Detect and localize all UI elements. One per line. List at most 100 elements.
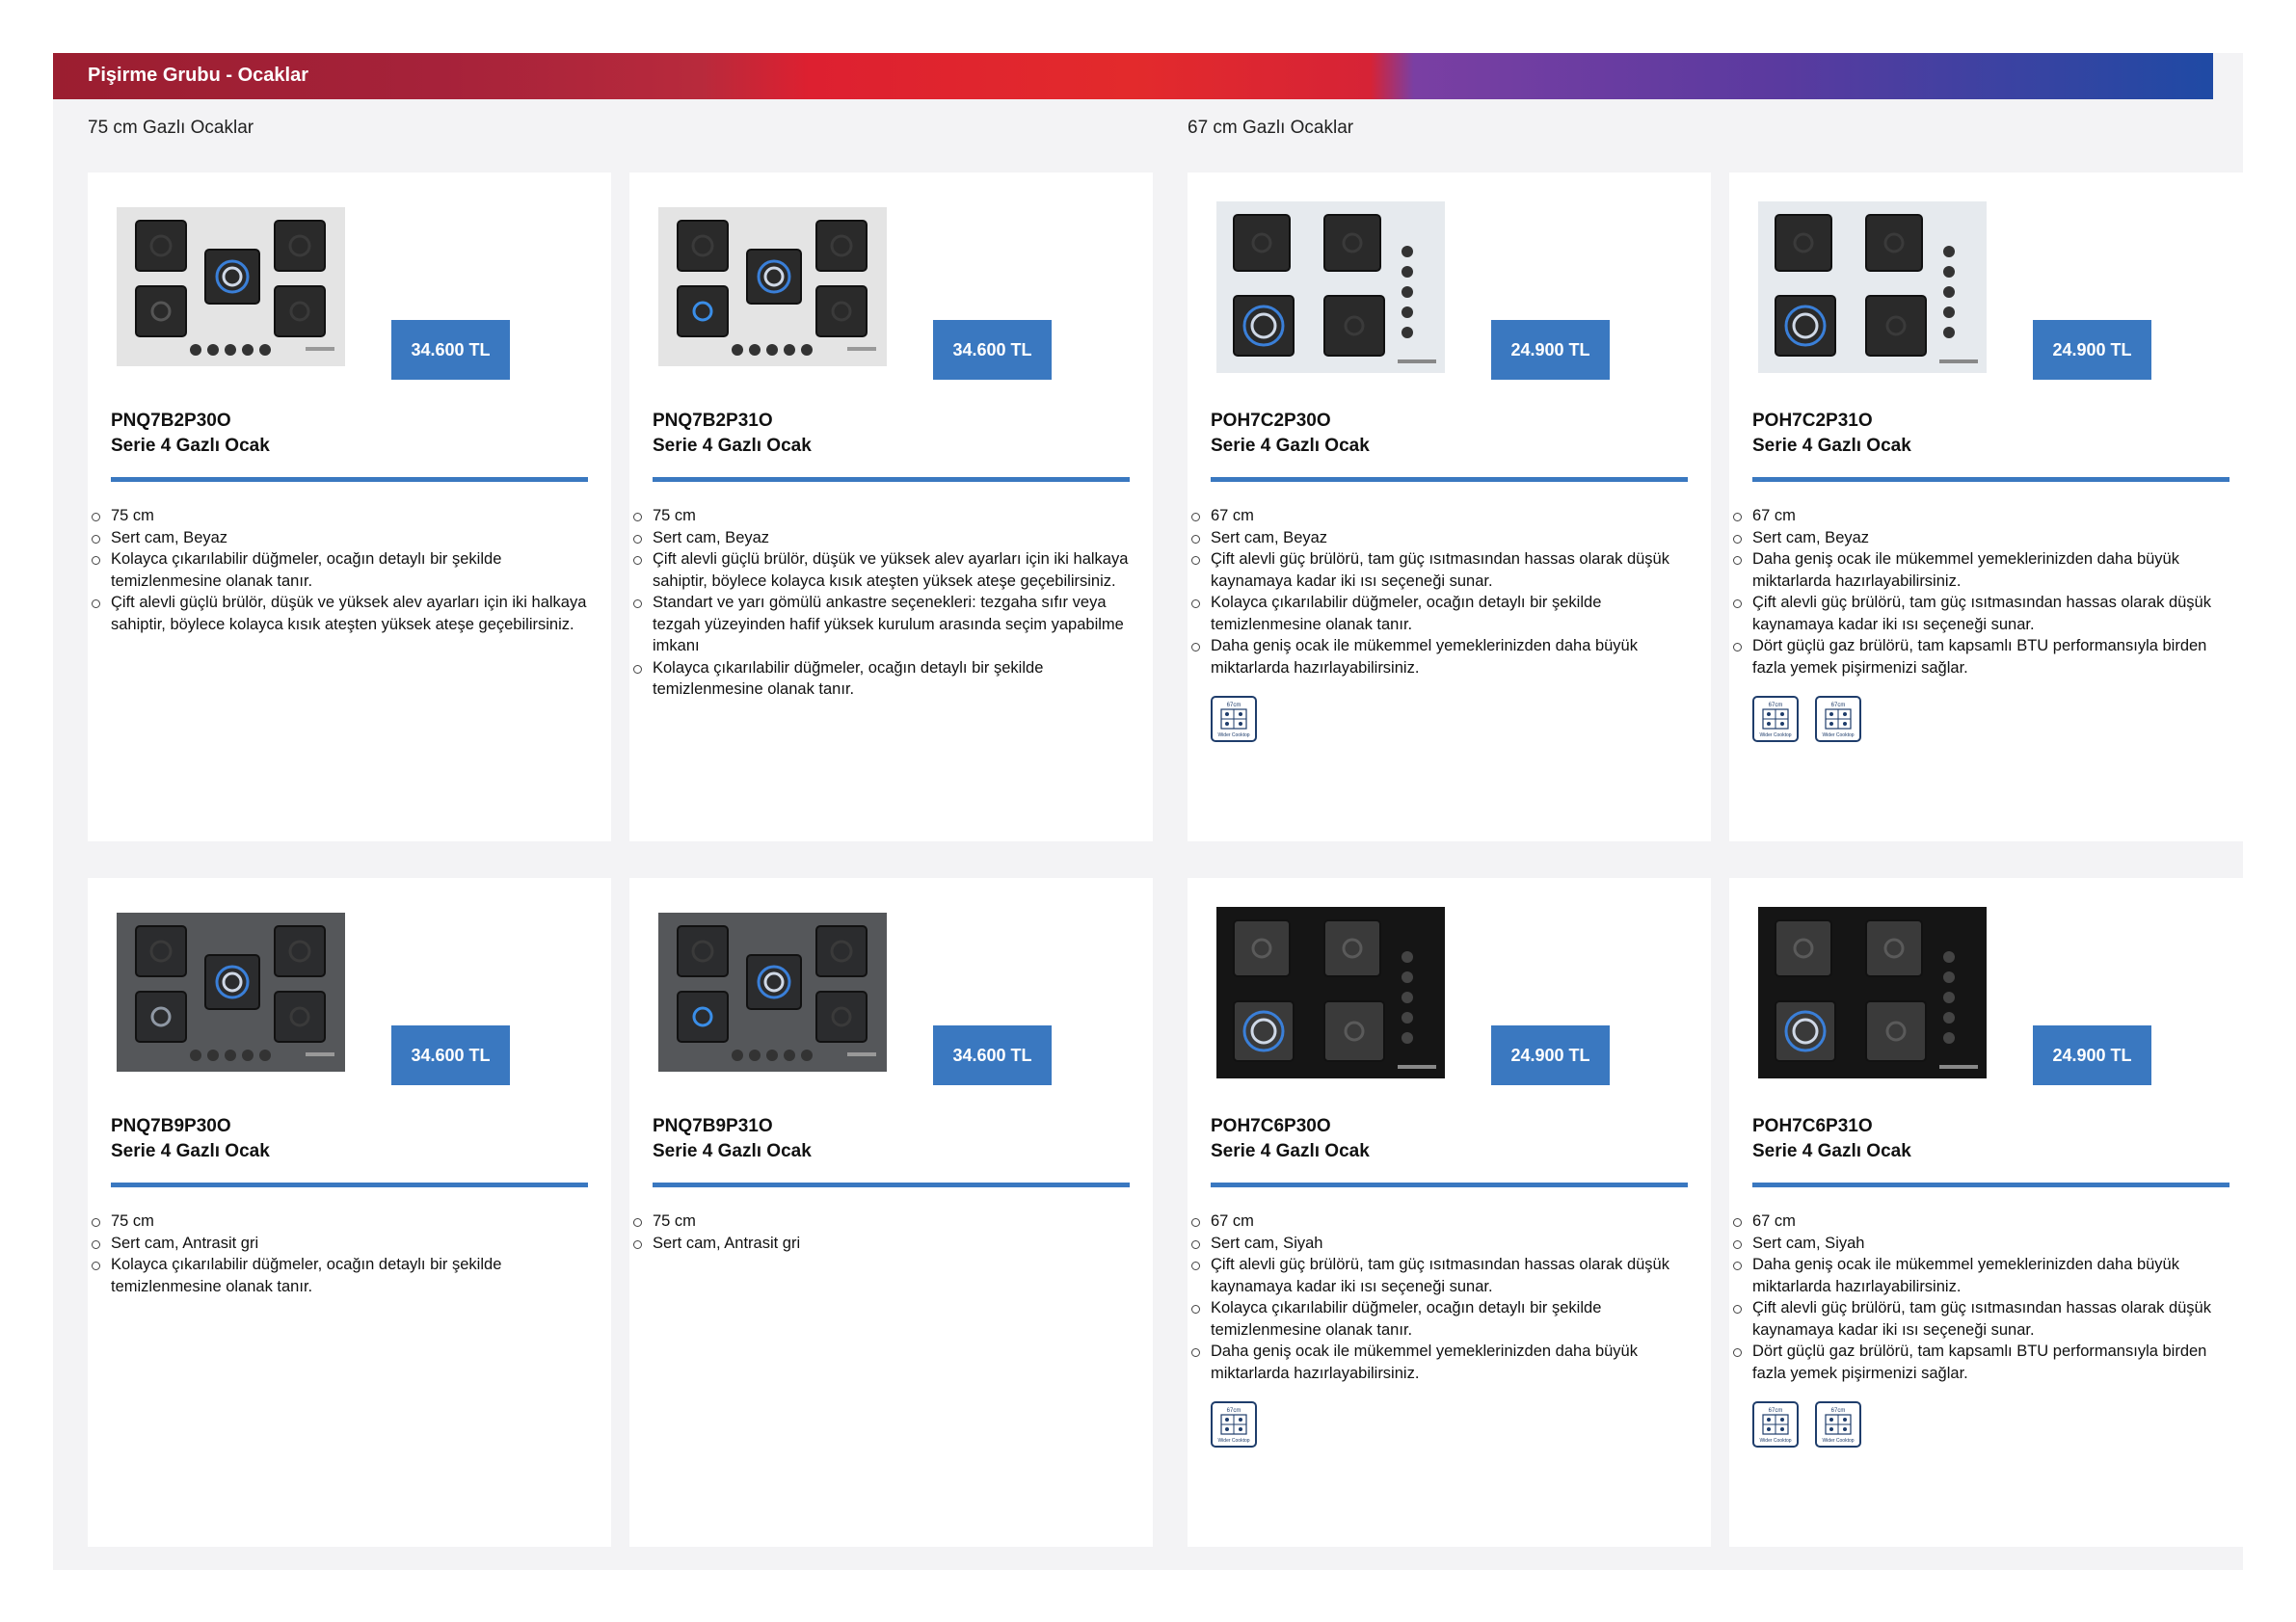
product-name: Serie 4 Gazlı Ocak [111,1141,270,1161]
model-code: PNQ7B9P31O [653,1116,773,1136]
feature-item: Kolayca çıkarılabilir düğmeler, ocağın d… [92,1254,593,1297]
product-card[interactable]: 34.600 TL PNQ7B9P31O Serie 4 Gazlı Ocak 75 … [629,878,1153,1547]
feature-item: 75 cm [92,1210,593,1233]
product-card[interactable]: 34.600 TL PNQ7B9P30O Serie 4 Gazlı Ocak 75 … [88,878,611,1547]
feature-item: Sert cam, Siyah [1191,1233,1693,1255]
product-name: Serie 4 Gazlı Ocak [1211,436,1370,456]
price-tag: 24.900 TL [1491,1025,1610,1085]
section-title-75cm: 75 cm Gazlı Ocaklar [88,118,254,138]
feature-item: Çift alevli güç brülörü, tam güç ısıtmas… [1733,1297,2234,1341]
product-image[interactable] [117,207,345,366]
svg-text:67cm: 67cm [1227,1408,1241,1414]
product-image[interactable] [1216,201,1445,373]
feature-item: Çift alevli güç brülörü, tam güç ısıtmas… [1191,1254,1693,1297]
feature-item: Sert cam, Antrasit gri [92,1233,593,1255]
wider-cooktop-icon: 67cm Wider Cooktop [1752,1401,1799,1448]
feature-item: Çift alevli güçlü brülör, düşük ve yükse… [92,592,593,635]
product-image[interactable] [1216,907,1445,1078]
svg-text:67cm: 67cm [1831,703,1846,708]
feature-list: 67 cm Sert cam, Beyaz Çift alevli güç brül… [1191,505,1693,678]
svg-text:67cm: 67cm [1831,1408,1846,1414]
feature-item: 67 cm [1733,505,2234,527]
feature-item: 67 cm [1733,1210,2234,1233]
feature-list: 75 cm Sert cam, Antrasit gri [633,1210,1135,1255]
feature-item: Dört güçlü gaz brülörü, tam kapsamlı BTU… [1733,1341,2234,1384]
product-card[interactable]: 24.900 TL POH7C2P30O Serie 4 Gazlı Ocak 67 … [1188,173,1711,841]
feature-list: 75 cm Sert cam, Beyaz Çift alevli güçlü br… [633,505,1135,701]
feature-item: 75 cm [633,1210,1135,1233]
svg-text:Wider Cooktop: Wider Cooktop [1759,1438,1791,1444]
product-card[interactable]: 34.600 TL PNQ7B2P30O Serie 4 Gazlı Ocak 75 … [88,173,611,841]
divider [111,477,588,482]
price-tag: 24.900 TL [2033,320,2151,380]
price-tag: 34.600 TL [933,1025,1052,1085]
product-title[interactable]: PNQ7B9P30O Serie 4 Gazlı Ocak [111,1114,270,1164]
feature-item: 67 cm [1191,505,1693,527]
price-tag: 34.600 TL [391,320,510,380]
price-tag: 34.600 TL [391,1025,510,1085]
product-title[interactable]: PNQ7B2P30O Serie 4 Gazlı Ocak [111,409,270,459]
feature-item: Daha geniş ocak ile mükemmel yemeklerini… [1191,635,1693,678]
product-name: Serie 4 Gazlı Ocak [1211,1141,1370,1161]
feature-item: Dört güçlü gaz brülörü, tam kapsamlı BTU… [1733,635,2234,678]
feature-item: Çift alevli güçlü brülör, düşük ve yükse… [633,548,1135,592]
feature-item: Sert cam, Antrasit gri [633,1233,1135,1255]
feature-list: 75 cm Sert cam, Beyaz Kolayca çıkarılabili… [92,505,593,635]
product-name: Serie 4 Gazlı Ocak [111,436,270,456]
product-title[interactable]: PNQ7B2P31O Serie 4 Gazlı Ocak [653,409,812,459]
feature-item: Kolayca çıkarılabilir düğmeler, ocağın d… [1191,1297,1693,1341]
product-card[interactable]: 24.900 TL POH7C6P31O Serie 4 Gazlı Ocak 67 … [1729,878,2253,1547]
feature-list: 67 cm Sert cam, Beyaz Daha geniş ocak ile … [1733,505,2234,678]
divider [1752,477,2229,482]
category-banner: Pişirme Grubu - Ocaklar [53,53,2213,99]
divider [1752,1183,2229,1187]
divider [653,1183,1130,1187]
price-tag: 24.900 TL [2033,1025,2151,1085]
product-image[interactable] [1758,201,1987,373]
model-code: PNQ7B2P30O [111,411,231,431]
product-image[interactable] [1758,907,1987,1078]
product-image[interactable] [117,913,345,1072]
product-card[interactable]: 34.600 TL PNQ7B2P31O Serie 4 Gazlı Ocak 75 … [629,173,1153,841]
model-code: POH7C2P31O [1752,411,1873,431]
feature-item: Çift alevli güç brülörü, tam güç ısıtmas… [1733,592,2234,635]
svg-text:Wider Cooktop: Wider Cooktop [1822,1438,1854,1444]
banner-title: Pişirme Grubu - Ocaklar [88,65,308,86]
product-name: Serie 4 Gazlı Ocak [653,436,812,456]
svg-text:Wider Cooktop: Wider Cooktop [1217,1438,1249,1444]
feature-list: 75 cm Sert cam, Antrasit gri Kolayca çıkar… [92,1210,593,1297]
section-title-67cm: 67 cm Gazlı Ocaklar [1188,118,1354,138]
wider-cooktop-icon: 67cm Wider Cooktop [1752,696,1799,742]
product-title[interactable]: POH7C6P30O Serie 4 Gazlı Ocak [1211,1114,1370,1164]
feature-item: Standart ve yarı gömülü ankastre seçenek… [633,592,1135,657]
feature-item: Sert cam, Beyaz [92,527,593,549]
divider [1211,1183,1688,1187]
svg-text:67cm: 67cm [1227,703,1241,708]
product-name: Serie 4 Gazlı Ocak [653,1141,812,1161]
feature-item: Sert cam, Siyah [1733,1233,2234,1255]
feature-item: Sert cam, Beyaz [1733,527,2234,549]
svg-text:Wider Cooktop: Wider Cooktop [1217,732,1249,738]
product-card[interactable]: 24.900 TL POH7C2P31O Serie 4 Gazlı Ocak 67 … [1729,173,2253,841]
feature-badges: 67cm Wider Cooktop [1211,696,1257,742]
product-image[interactable] [658,913,887,1072]
product-title[interactable]: POH7C6P31O Serie 4 Gazlı Ocak [1752,1114,1911,1164]
divider [111,1183,588,1187]
feature-item: 67 cm [1191,1210,1693,1233]
product-card[interactable]: 24.900 TL POH7C6P30O Serie 4 Gazlı Ocak 67 … [1188,878,1711,1547]
product-title[interactable]: POH7C2P31O Serie 4 Gazlı Ocak [1752,409,1911,459]
feature-item: Kolayca çıkarılabilir düğmeler, ocağın d… [1191,592,1693,635]
feature-item: Daha geniş ocak ile mükemmel yemeklerini… [1733,1254,2234,1297]
product-image[interactable] [658,207,887,366]
svg-text:67cm: 67cm [1769,703,1783,708]
feature-badges: 67cm Wider Cooktop 67cm Wider Cooktop [1752,1401,1861,1448]
wider-cooktop-icon: 67cm Wider Cooktop [1815,1401,1861,1448]
feature-badges: 67cm Wider Cooktop 67cm Wider Cooktop [1752,696,1861,742]
divider [1211,477,1688,482]
product-title[interactable]: PNQ7B9P31O Serie 4 Gazlı Ocak [653,1114,812,1164]
feature-item: Sert cam, Beyaz [1191,527,1693,549]
product-title[interactable]: POH7C2P30O Serie 4 Gazlı Ocak [1211,409,1370,459]
feature-item: Çift alevli güç brülörü, tam güç ısıtmas… [1191,548,1693,592]
feature-item: Kolayca çıkarılabilir düğmeler, ocağın d… [92,548,593,592]
model-code: POH7C2P30O [1211,411,1331,431]
